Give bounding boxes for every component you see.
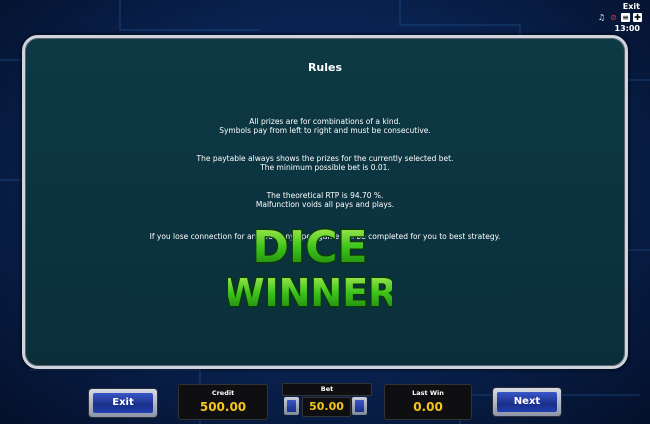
credit-value: 500.00	[199, 400, 247, 414]
rule-line: The paytable always shows the prizes for…	[196, 154, 454, 163]
next-button[interactable]: Next	[493, 388, 561, 416]
next-button-label: Next	[497, 392, 557, 412]
bet-label: Bet	[282, 383, 372, 396]
bet-value: 50.00	[302, 397, 351, 417]
paytable-icon[interactable]: ≡	[621, 13, 630, 22]
clock: 13:00	[614, 24, 640, 33]
sound-muted-icon[interactable]: ⊘	[609, 13, 618, 22]
top-exit-link[interactable]: Exit	[623, 2, 640, 11]
exit-button-label: Exit	[93, 393, 153, 413]
rules-panel: Rules All prizes are for combinations of…	[22, 35, 628, 369]
last-win-display: Last Win 0.00	[384, 384, 472, 420]
rule-line: Malfunction voids all pays and plays.	[255, 200, 395, 209]
bet-decrease-button[interactable]	[284, 397, 299, 415]
logo-text-winner: WINNER	[228, 271, 392, 314]
bet-control: Bet 50.00	[282, 383, 372, 421]
bet-increase-button[interactable]	[352, 397, 367, 415]
settings-icon[interactable]: ✚	[633, 13, 642, 22]
rule-line: Symbols pay from left to right and must …	[219, 126, 431, 135]
rule-line: All prizes are for combinations of a kin…	[249, 117, 401, 126]
rule-line: The minimum possible bet is 0.01.	[260, 163, 390, 172]
exit-button[interactable]: Exit	[89, 389, 157, 417]
credit-display: Credit 500.00	[178, 384, 268, 420]
credit-label: Credit	[211, 389, 235, 397]
dice-winner-logo: DICE WINNER	[228, 221, 392, 314]
last-win-value: 0.00	[413, 400, 443, 414]
rules-title: Rules	[307, 61, 343, 74]
last-win-label: Last Win	[412, 389, 444, 397]
music-icon[interactable]: ♫	[597, 13, 606, 22]
top-icon-bar: ♫ ⊘ ≡ ✚	[597, 13, 642, 22]
logo-text-dice: DICE	[252, 222, 367, 273]
rule-line: The theoretical RTP is 94.70 %.	[266, 191, 384, 200]
